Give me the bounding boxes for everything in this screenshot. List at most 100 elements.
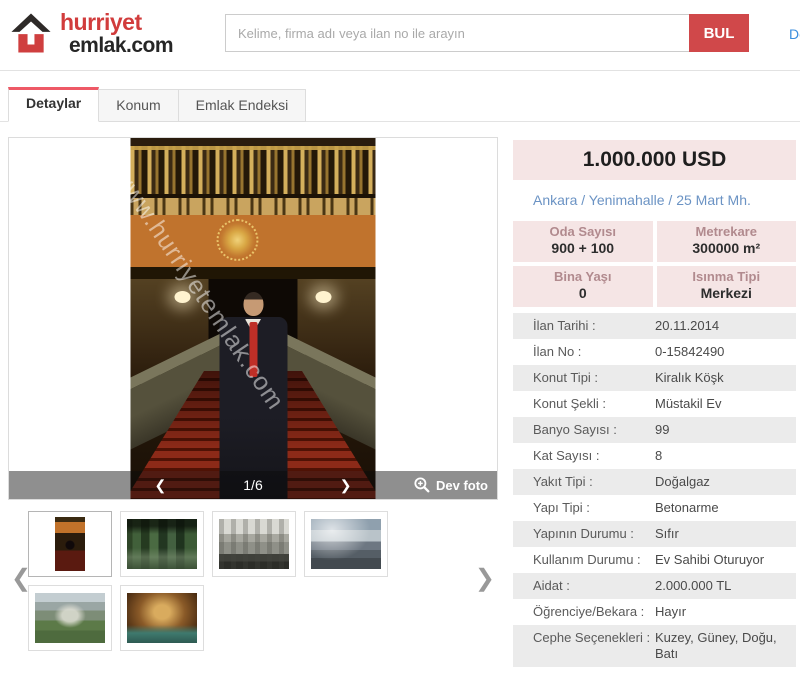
thumbnail-3-image — [219, 519, 289, 569]
detail-value: Betonarme — [655, 500, 796, 516]
summary-grid: Oda Sayısı 900 + 100 Metrekare 300000 m²… — [513, 221, 796, 307]
site-header: hurriyet emlak.com BUL De — [0, 0, 800, 71]
photo-counter: 1/6 — [243, 477, 262, 493]
thumbnail-4-image — [311, 519, 381, 569]
thumbnail-1-image — [55, 517, 85, 571]
thumbs-prev-button[interactable]: ❮ — [11, 567, 31, 591]
table-row: Yakıt Tipi :Doğalgaz — [513, 469, 796, 495]
search-bar: BUL — [225, 14, 749, 52]
content: www.hurriyetemlak.com ❮ 1/6 ❯ Dev foto ❮ — [0, 137, 800, 687]
table-row: Kullanım Durumu :Ev Sahibi Oturuyor — [513, 547, 796, 573]
summary-label: Oda Sayısı — [513, 224, 653, 240]
photo-balustrade — [131, 146, 376, 198]
detail-label: Kullanım Durumu : — [533, 552, 655, 568]
search-submit-button[interactable]: BUL — [689, 14, 749, 52]
table-row: İlan No :0-15842490 — [513, 339, 796, 365]
logo-text-hurriyet: hurriyet — [60, 11, 173, 34]
photo-panel: www.hurriyetemlak.com ❮ 1/6 ❯ Dev foto — [8, 137, 498, 500]
detail-value: Doğalgaz — [655, 474, 796, 490]
detail-label: İlan Tarihi : — [533, 318, 655, 334]
summary-label: Isınma Tipi — [657, 269, 797, 285]
detail-value: Ev Sahibi Oturuyor — [655, 552, 796, 568]
photo-frieze — [131, 198, 376, 215]
table-row: Yapı Tipi :Betonarme — [513, 495, 796, 521]
thumbnail-3[interactable] — [212, 511, 296, 577]
table-row: Konut Tipi :Kiralık Köşk — [513, 365, 796, 391]
detail-value: Müstakil Ev — [655, 396, 796, 412]
summary-value: 900 + 100 — [513, 240, 653, 257]
thumbnail-1[interactable] — [28, 511, 112, 577]
photo-lamp-right — [316, 291, 332, 303]
details-table: İlan Tarihi :20.11.2014 İlan No :0-15842… — [513, 313, 796, 667]
table-row: Yapının Durumu :Sıfır — [513, 521, 796, 547]
tab-detaylar[interactable]: Detaylar — [8, 87, 99, 122]
prev-photo-button[interactable]: ❮ — [155, 478, 167, 492]
carousel-bar: ❮ 1/6 ❯ Dev foto — [9, 471, 497, 499]
thumbnail-6-image — [127, 593, 197, 643]
detail-label: Banyo Sayısı : — [533, 422, 655, 438]
detail-label: Öğrenciye/Bekara : — [533, 604, 655, 620]
thumbnail-6[interactable] — [120, 585, 204, 651]
logo-text-emlak: emlak.com — [60, 35, 173, 56]
summary-bina-yasi: Bina Yaşı 0 — [513, 266, 653, 307]
header-right-link[interactable]: De — [789, 26, 800, 42]
logo-text: hurriyet emlak.com — [60, 11, 173, 56]
house-logo-icon — [8, 10, 54, 56]
detail-value: Kuzey, Güney, Doğu, Batı — [655, 630, 796, 662]
price: 1.000.000 USD — [513, 140, 796, 180]
thumbnail-row — [28, 511, 478, 651]
dev-foto-button[interactable]: Dev foto — [413, 471, 488, 499]
thumbnail-strip: ❮ ❯ — [8, 511, 498, 661]
table-row: Banyo Sayısı :99 — [513, 417, 796, 443]
detail-value: 99 — [655, 422, 796, 438]
summary-label: Metrekare — [657, 224, 797, 240]
summary-label: Bina Yaşı — [513, 269, 653, 285]
detail-value: Hayır — [655, 604, 796, 620]
detail-label: Aidat : — [533, 578, 655, 594]
presidential-seal — [217, 219, 259, 261]
thumbnail-2[interactable] — [120, 511, 204, 577]
detail-label: Yapının Durumu : — [533, 526, 655, 542]
photo-top-strip — [131, 138, 376, 146]
detail-label: Yakıt Tipi : — [533, 474, 655, 490]
detail-label: Yapı Tipi : — [533, 500, 655, 516]
thumbnail-2-image — [127, 519, 197, 569]
table-row: İlan Tarihi :20.11.2014 — [513, 313, 796, 339]
detail-value: 20.11.2014 — [655, 318, 796, 334]
search-input[interactable] — [225, 14, 689, 52]
thumbnail-4[interactable] — [304, 511, 388, 577]
summary-value: 300000 m² — [657, 240, 797, 257]
table-row: Öğrenciye/Bekara :Hayır — [513, 599, 796, 625]
summary-oda-sayisi: Oda Sayısı 900 + 100 — [513, 221, 653, 262]
thumbnail-5[interactable] — [28, 585, 112, 651]
tab-konum[interactable]: Konum — [99, 89, 178, 122]
detail-label: Konut Tipi : — [533, 370, 655, 386]
main-photo: www.hurriyetemlak.com — [131, 138, 376, 499]
location-breadcrumb[interactable]: Ankara / Yenimahalle / 25 Mart Mh. — [513, 180, 796, 221]
detail-value: 2.000.000 TL — [655, 578, 796, 594]
detail-value: Kiralık Köşk — [655, 370, 796, 386]
site-logo[interactable]: hurriyet emlak.com — [8, 10, 173, 56]
table-row: Cephe Seçenekleri :Kuzey, Güney, Doğu, B… — [513, 625, 796, 667]
summary-metrekare: Metrekare 300000 m² — [657, 221, 797, 262]
photo-person-head — [243, 292, 263, 316]
detail-label: Konut Şekli : — [533, 396, 655, 412]
detail-value: 0-15842490 — [655, 344, 796, 360]
table-row: Konut Şekli :Müstakil Ev — [513, 391, 796, 417]
detail-value: Sıfır — [655, 526, 796, 542]
tab-emlak-endeksi[interactable]: Emlak Endeksi — [179, 89, 307, 122]
detail-label: Kat Sayısı : — [533, 448, 655, 464]
table-row: Kat Sayısı :8 — [513, 443, 796, 469]
summary-isinma-tipi: Isınma Tipi Merkezi — [657, 266, 797, 307]
tab-bar: Detaylar Konum Emlak Endeksi — [0, 88, 800, 122]
detail-label: İlan No : — [533, 344, 655, 360]
thumbs-next-button[interactable]: ❯ — [475, 567, 495, 591]
zoom-in-icon — [413, 476, 431, 494]
summary-value: Merkezi — [657, 285, 797, 302]
table-row: Aidat :2.000.000 TL — [513, 573, 796, 599]
carousel-controls: ❮ 1/6 ❯ — [131, 471, 376, 499]
next-photo-button[interactable]: ❯ — [340, 478, 352, 492]
thumbnail-5-image — [35, 593, 105, 643]
dev-foto-label: Dev foto — [436, 478, 488, 493]
detail-label: Cephe Seçenekleri : — [533, 630, 655, 662]
